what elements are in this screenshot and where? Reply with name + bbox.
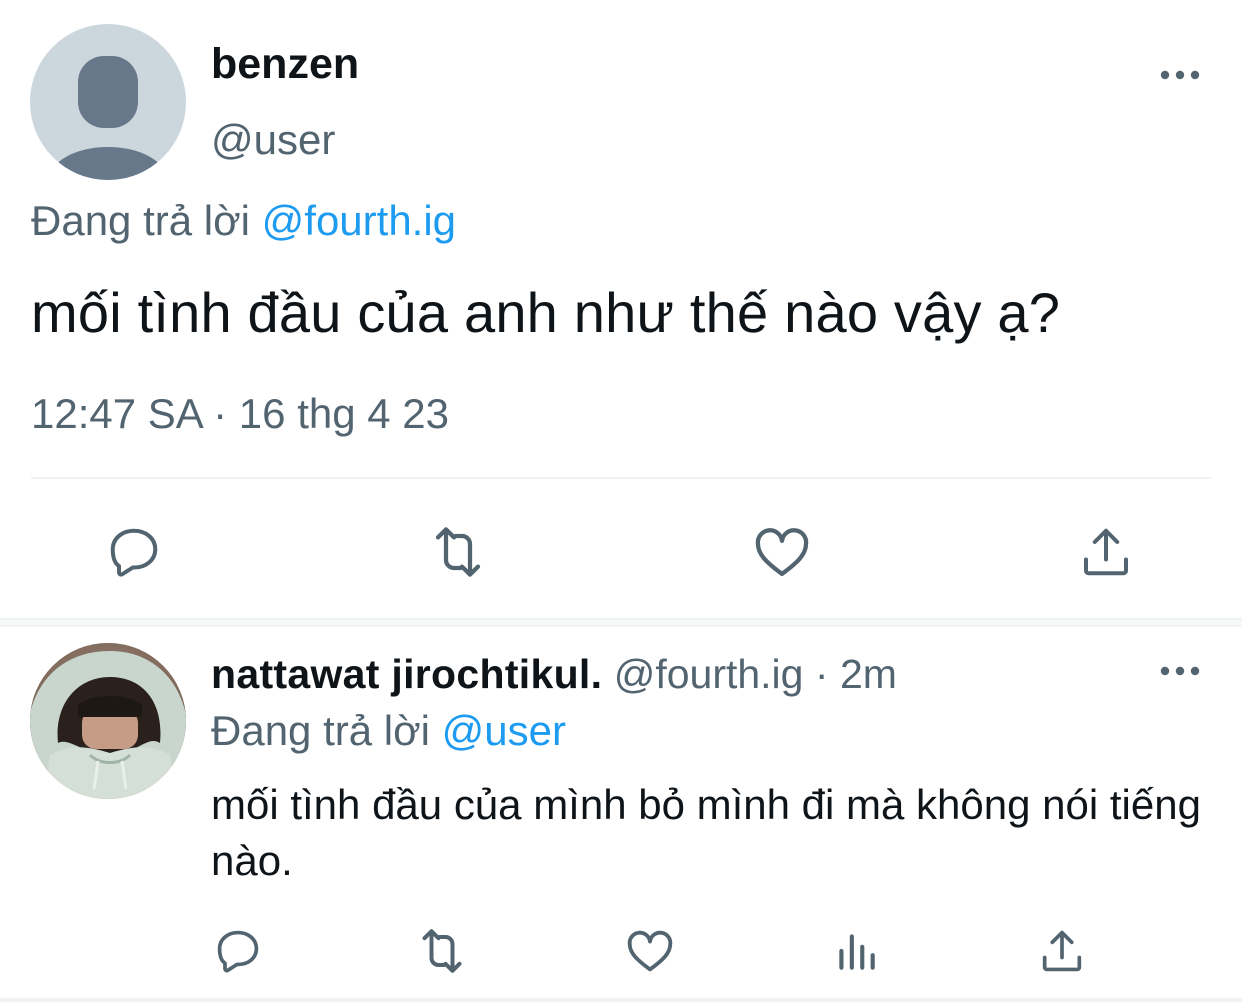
profile-photo: [30, 643, 186, 799]
like-icon: [755, 528, 809, 576]
reply-tweet[interactable]: nattawat jirochtikul. @fourth.ig · 2m Đa…: [0, 627, 1242, 1002]
reply-button[interactable]: [102, 520, 166, 584]
share-button[interactable]: [1034, 923, 1090, 979]
reply-button[interactable]: [210, 923, 266, 979]
like-button[interactable]: [622, 923, 678, 979]
more-options-button[interactable]: [1158, 60, 1202, 90]
user-handle[interactable]: @fourth.ig: [614, 651, 804, 697]
divider: [31, 477, 1212, 479]
replying-to: Đang trả lời @user: [211, 707, 566, 755]
replying-to-label: Đang trả lời: [211, 707, 430, 754]
more-options-button[interactable]: [1158, 656, 1202, 686]
retweet-icon: [422, 929, 462, 973]
tweet-thread: benzen @user Đang trả lời @fourth.ig mối…: [0, 0, 1242, 1002]
tweet-text: mối tình đầu của anh như thế nào vậy ạ?: [31, 281, 1061, 344]
share-icon: [1042, 930, 1082, 972]
tweet-time[interactable]: 2m: [840, 651, 897, 697]
retweet-button[interactable]: [414, 923, 470, 979]
replying-to-mention[interactable]: @fourth.ig: [262, 197, 456, 244]
views-button[interactable]: [828, 923, 884, 979]
retweet-button[interactable]: [426, 520, 490, 584]
reply-icon: [110, 528, 158, 577]
share-icon: [1084, 528, 1128, 576]
reply-icon: [217, 930, 259, 973]
default-avatar-icon: [48, 56, 168, 180]
retweet-icon: [435, 527, 481, 577]
section-divider: [0, 618, 1242, 627]
tweet-text: mối tình đầu của mình bỏ mình đi mà khôn…: [211, 781, 1201, 884]
share-button[interactable]: [1074, 520, 1138, 584]
display-name[interactable]: benzen: [211, 40, 359, 89]
tweet-timestamp[interactable]: 12:47 SA · 16 thg 4 23: [31, 390, 449, 438]
replying-to-label: Đang trả lời: [31, 197, 250, 244]
avatar[interactable]: [30, 643, 186, 799]
user-handle[interactable]: @user: [211, 116, 335, 164]
reply-header: nattawat jirochtikul. @fourth.ig · 2m: [211, 651, 897, 698]
main-tweet: benzen @user Đang trả lời @fourth.ig mối…: [0, 0, 1242, 618]
divider: [0, 998, 1242, 1002]
more-dots-icon: [1160, 70, 1200, 80]
avatar[interactable]: [30, 24, 186, 180]
like-icon: [627, 930, 673, 972]
replying-to-mention[interactable]: @user: [442, 707, 566, 754]
separator-dot: ·: [814, 651, 829, 697]
like-button[interactable]: [750, 520, 814, 584]
views-icon: [839, 934, 875, 970]
display-name[interactable]: nattawat jirochtikul.: [211, 651, 602, 697]
more-dots-icon: [1160, 666, 1200, 676]
replying-to: Đang trả lời @fourth.ig: [31, 197, 456, 245]
